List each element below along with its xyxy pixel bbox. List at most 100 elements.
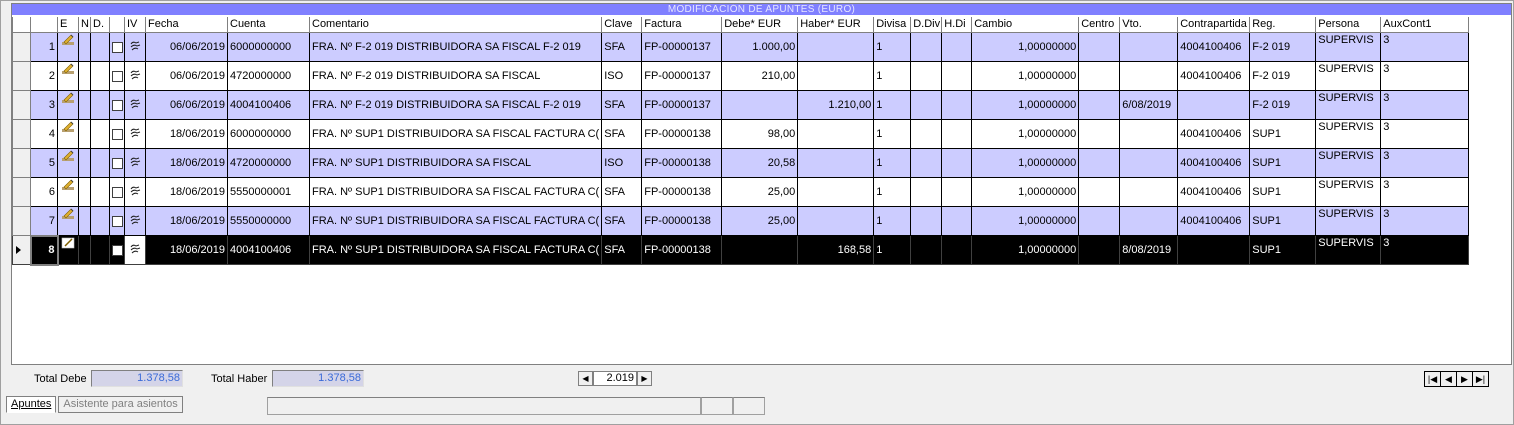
column-header[interactable]: Factura bbox=[641, 17, 723, 33]
column-header[interactable]: H.Di bbox=[941, 17, 973, 33]
iv-cell[interactable] bbox=[124, 206, 146, 236]
cell-ddiv[interactable] bbox=[910, 32, 943, 62]
cell-haber[interactable] bbox=[797, 206, 875, 236]
cell-cambio[interactable]: 1,00000000 bbox=[971, 32, 1080, 62]
cell-reg[interactable]: SUP1 bbox=[1249, 206, 1317, 236]
row-indicator[interactable] bbox=[12, 206, 31, 236]
tab-asistente[interactable]: Asistente para asientos bbox=[58, 396, 183, 413]
link-icon[interactable] bbox=[130, 41, 141, 51]
cell-cambio[interactable]: 1,00000000 bbox=[971, 206, 1080, 236]
pencil-icon[interactable] bbox=[57, 235, 79, 265]
cell-ddiv[interactable] bbox=[910, 177, 943, 207]
n-flag[interactable] bbox=[78, 148, 91, 178]
cell-reg[interactable]: F-2 019 bbox=[1249, 61, 1317, 91]
checkbox-icon[interactable] bbox=[111, 215, 123, 227]
year-prev-button[interactable]: ◀ bbox=[578, 371, 593, 386]
column-header[interactable]: IV bbox=[124, 17, 146, 33]
pencil-icon[interactable] bbox=[57, 206, 79, 236]
cell-clave[interactable]: SFA bbox=[601, 90, 643, 120]
cell-hdi[interactable] bbox=[941, 177, 973, 207]
cell-factura[interactable]: FP-00000137 bbox=[641, 61, 723, 91]
cell-reg[interactable]: F-2 019 bbox=[1249, 32, 1317, 62]
cell-debe[interactable]: 25,00 bbox=[721, 206, 799, 236]
cell-comentario[interactable]: FRA. Nº SUP1 DISTRIBUIDORA SA FISCAL bbox=[308, 148, 603, 178]
cell-cuenta[interactable]: 6000000000 bbox=[227, 32, 310, 62]
cell-cuenta[interactable]: 6000000000 bbox=[227, 119, 310, 149]
cell-comentario[interactable]: FRA. Nº SUP1 DISTRIBUIDORA SA FISCAL FAC… bbox=[308, 235, 603, 265]
pencil-icon[interactable] bbox=[57, 119, 79, 149]
cell-debe[interactable] bbox=[721, 235, 799, 265]
cell-factura[interactable]: FP-00000138 bbox=[641, 177, 723, 207]
cell-fecha[interactable]: 18/06/2019 bbox=[145, 119, 228, 149]
cell-cambio[interactable]: 1,00000000 bbox=[971, 177, 1080, 207]
pencil-icon[interactable] bbox=[57, 148, 79, 178]
cell-comentario[interactable]: FRA. Nº F-2 019 DISTRIBUIDORA SA FISCAL bbox=[308, 61, 603, 91]
cell-hdi[interactable] bbox=[941, 119, 973, 149]
checkbox-icon[interactable] bbox=[111, 70, 123, 82]
d-flag[interactable] bbox=[90, 61, 110, 91]
cell-centro[interactable] bbox=[1078, 206, 1121, 236]
cell-cambio[interactable]: 1,00000000 bbox=[971, 235, 1080, 265]
cell-aux[interactable]: 3 bbox=[1380, 32, 1470, 62]
cell-persona[interactable]: SUPERVIS bbox=[1315, 235, 1382, 265]
cell-ddiv[interactable] bbox=[910, 148, 943, 178]
cell-reg[interactable]: SUP1 bbox=[1249, 119, 1317, 149]
cell-aux[interactable]: 3 bbox=[1380, 206, 1470, 236]
link-icon[interactable] bbox=[130, 186, 141, 196]
column-header[interactable]: Debe* EUR bbox=[721, 17, 799, 33]
iv-cell[interactable] bbox=[124, 90, 146, 120]
cell-comentario[interactable]: FRA. Nº SUP1 DISTRIBUIDORA SA FISCAL FAC… bbox=[308, 177, 603, 207]
cell-divisa[interactable]: 1 bbox=[873, 177, 912, 207]
column-header[interactable]: Cambio bbox=[971, 17, 1080, 33]
cell-clave[interactable]: SFA bbox=[601, 119, 643, 149]
table-row[interactable]: 3 06/06/2019 4004100406 FRA. Nº F-2 019 DIS… bbox=[12, 90, 1470, 120]
cell-vto[interactable] bbox=[1119, 206, 1179, 236]
cell-contra[interactable]: 4004100406 bbox=[1177, 61, 1251, 91]
n-flag[interactable] bbox=[78, 177, 91, 207]
cell-fecha[interactable]: 06/06/2019 bbox=[145, 61, 228, 91]
cell-persona[interactable]: SUPERVIS bbox=[1315, 61, 1382, 91]
n-flag[interactable] bbox=[78, 90, 91, 120]
cell-haber[interactable] bbox=[797, 177, 875, 207]
column-header[interactable]: Fecha bbox=[145, 17, 228, 33]
cell-vto[interactable] bbox=[1119, 148, 1179, 178]
cell-persona[interactable]: SUPERVIS bbox=[1315, 119, 1382, 149]
column-header[interactable] bbox=[109, 17, 125, 33]
cell-ddiv[interactable] bbox=[910, 61, 943, 91]
last-record-button[interactable]: ▶| bbox=[1473, 372, 1488, 386]
cell-cambio[interactable]: 1,00000000 bbox=[971, 148, 1080, 178]
cell-debe[interactable]: 25,00 bbox=[721, 177, 799, 207]
cell-vto[interactable] bbox=[1119, 177, 1179, 207]
cell-reg[interactable]: F-2 019 bbox=[1249, 90, 1317, 120]
cell-cambio[interactable]: 1,00000000 bbox=[971, 61, 1080, 91]
cell-vto[interactable] bbox=[1119, 119, 1179, 149]
cell-divisa[interactable]: 1 bbox=[873, 148, 912, 178]
link-icon[interactable] bbox=[130, 128, 141, 138]
cell-clave[interactable]: SFA bbox=[601, 177, 643, 207]
cell-comentario[interactable]: FRA. Nº SUP1 DISTRIBUIDORA SA FISCAL FAC… bbox=[308, 119, 603, 149]
cell-debe[interactable]: 20,58 bbox=[721, 148, 799, 178]
cell-ddiv[interactable] bbox=[910, 90, 943, 120]
cell-divisa[interactable]: 1 bbox=[873, 90, 912, 120]
column-header[interactable]: Haber* EUR bbox=[797, 17, 875, 33]
iv-cell[interactable] bbox=[124, 177, 146, 207]
cell-debe[interactable]: 210,00 bbox=[721, 61, 799, 91]
cell-contra[interactable]: 4004100406 bbox=[1177, 206, 1251, 236]
column-header[interactable]: N bbox=[78, 17, 91, 33]
row-checkbox[interactable] bbox=[109, 148, 125, 178]
cell-clave[interactable]: SFA bbox=[601, 206, 643, 236]
pencil-icon[interactable] bbox=[57, 61, 79, 91]
cell-cuenta[interactable]: 5550000001 bbox=[227, 177, 310, 207]
cell-hdi[interactable] bbox=[941, 148, 973, 178]
cell-hdi[interactable] bbox=[941, 32, 973, 62]
cell-contra[interactable]: 4004100406 bbox=[1177, 119, 1251, 149]
iv-cell[interactable] bbox=[124, 119, 146, 149]
table-row[interactable]: 1 06/06/2019 6000000000 FRA. Nº F-2 019 DIS… bbox=[12, 32, 1470, 62]
cell-haber[interactable] bbox=[797, 119, 875, 149]
row-indicator[interactable] bbox=[12, 177, 31, 207]
cell-contra[interactable]: 4004100406 bbox=[1177, 148, 1251, 178]
cell-cuenta[interactable]: 4720000000 bbox=[227, 148, 310, 178]
pencil-icon[interactable] bbox=[57, 32, 79, 62]
row-checkbox[interactable] bbox=[109, 235, 125, 265]
cell-ddiv[interactable] bbox=[910, 235, 943, 265]
